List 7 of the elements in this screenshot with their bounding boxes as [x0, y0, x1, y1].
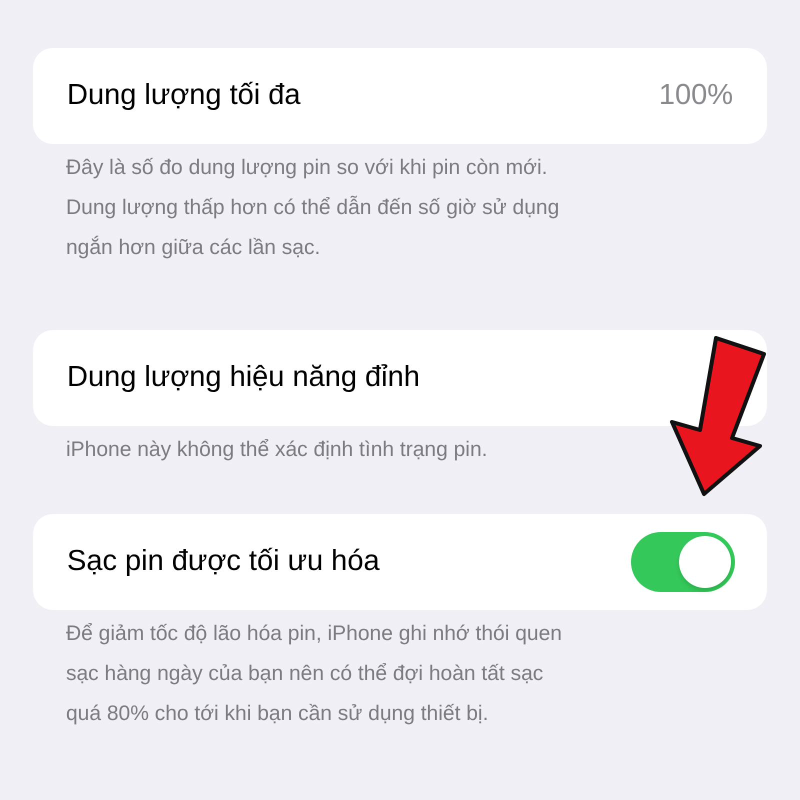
section-footer: Để giảm tốc độ lão hóa pin, iPhone ghi nhớ thói quen sạc hàng ngày của bạn nên có thể đợi hoàn tất sạc quá 80% cho tới khi bạn cần sử dụng thiết bị.: [33, 610, 767, 734]
setting-label: Sạc pin được tối ưu hóa: [67, 544, 380, 580]
section-footer: iPhone này không thể xác định tình trạng pin.: [33, 426, 767, 470]
setting-value: 100%: [658, 78, 733, 114]
setting-label: Dung lượng hiệu năng đỉnh: [67, 360, 420, 396]
setting-label: Dung lượng tối đa: [67, 78, 301, 114]
section-footer: Đây là số đo dung lượng pin so với khi pin còn mới. Dung lượng thấp hơn có thể dẫn đến số giờ sử dụng ngắn hơn giữa các lần sạc.: [33, 144, 767, 268]
